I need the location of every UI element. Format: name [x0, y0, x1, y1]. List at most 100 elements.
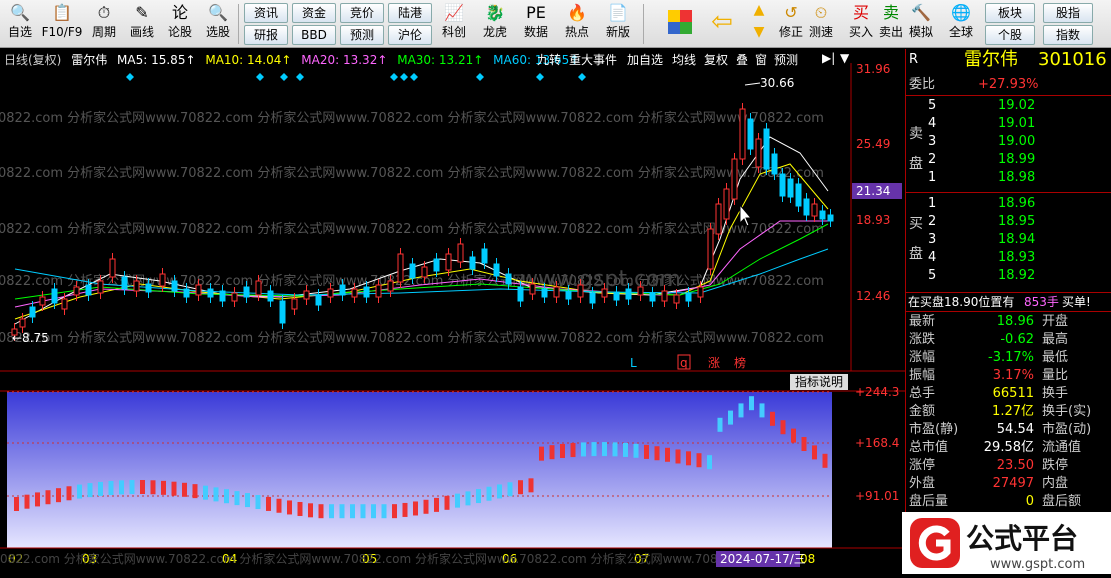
weibi-label: 委比	[909, 77, 936, 92]
toolbar-item3-2[interactable]: 买买入	[846, 2, 876, 46]
toolbar-item2-3[interactable]: 🔥 热点	[559, 2, 595, 46]
event-marker-icon[interactable]	[280, 73, 288, 81]
chart-button-0[interactable]: 九转	[537, 51, 561, 68]
indicator-bar	[392, 504, 397, 519]
indicator-bar	[518, 480, 523, 495]
toolbar-item3-0[interactable]: ↺ 修正	[776, 2, 806, 46]
toolbar-small-button[interactable]: 沪伦	[388, 25, 432, 45]
candle-body	[469, 256, 476, 270]
chart-button-2[interactable]: 加自选	[627, 51, 663, 68]
toolbar-small-button[interactable]: 指数	[1043, 25, 1093, 45]
chart-button-6[interactable]: 窗	[755, 51, 767, 68]
toolbar-small-button[interactable]: 预测	[340, 25, 384, 45]
toolbar-small-button[interactable]: BBD	[292, 25, 336, 45]
stat-value: -0.62	[1000, 332, 1034, 347]
candle-body	[121, 276, 128, 290]
stat-label-right: 最高	[1042, 332, 1069, 347]
toolbar-item-4[interactable]: 论论股	[162, 2, 198, 46]
chart-marker-1[interactable]: q	[680, 356, 688, 370]
toolbar-item-0[interactable]: 🔍 自选	[2, 2, 38, 46]
chart-marker-3[interactable]: 榜	[734, 355, 746, 370]
toolbar-icon3-2: 买	[852, 3, 869, 22]
chart-marker-0[interactable]: L	[630, 356, 637, 370]
indicator-bar	[455, 493, 460, 508]
stat-value: 66511	[992, 386, 1034, 401]
event-marker-icon[interactable]	[256, 73, 264, 81]
toolbar-item-1[interactable]: 📋 F10/F9	[40, 2, 84, 46]
sidebar-toggle-icon[interactable]: ▶|	[822, 51, 835, 65]
toolbar-small-button[interactable]: 资金	[292, 3, 336, 23]
indicator-help-button[interactable]: 指标说明	[790, 374, 848, 390]
ask-row[interactable]: 3 19.00	[906, 133, 1111, 151]
bid-row[interactable]: 3 18.94	[906, 231, 1111, 249]
chart-button-7[interactable]: 预测	[774, 51, 798, 68]
toolbar-item3-3[interactable]: 卖卖出	[876, 2, 906, 46]
toolbar-item2-1[interactable]: 🐉 龙虎	[477, 2, 513, 46]
event-marker-icon[interactable]	[536, 73, 544, 81]
toolbar-item-5[interactable]: 🔍 选股	[200, 2, 236, 46]
toolbar-item2-4[interactable]: 📄 新版	[600, 2, 636, 46]
indicator-bar	[413, 501, 418, 516]
indicator-bar	[738, 403, 744, 418]
toolbar-small-button[interactable]: 个股	[985, 25, 1035, 45]
divider	[906, 95, 1111, 96]
toolbar-item3-1[interactable]: ⏲ 测速	[806, 2, 836, 46]
bid-row[interactable]: 4 18.93	[906, 249, 1111, 267]
toolbar-item-2[interactable]: ⏱ 周期	[86, 2, 122, 46]
candle-body	[517, 286, 524, 302]
bid-row[interactable]: 5 18.92	[906, 267, 1111, 285]
toolbar-small-button[interactable]: 竞价	[340, 3, 384, 23]
high-label: 30.66	[760, 76, 794, 90]
toolbar-icon2-0: 📈	[444, 3, 464, 22]
toolbar-label2-3: 热点	[564, 25, 589, 39]
event-marker-icon[interactable]	[476, 73, 484, 81]
indicator-bar	[98, 481, 103, 496]
chart-button-5[interactable]: 叠	[736, 51, 748, 68]
bid-price: 18.95	[998, 214, 1036, 229]
event-marker-icon[interactable]	[296, 73, 304, 81]
candle-body	[387, 280, 394, 292]
candle-body	[661, 290, 668, 302]
bid-row[interactable]: 2 18.95	[906, 213, 1111, 231]
event-marker-icon[interactable]	[390, 73, 398, 81]
chart-marker-2[interactable]: 涨	[708, 355, 720, 370]
chart-canvas[interactable]: 0822.com 分析家公式网www.70822.com 分析家公式网www.7…	[0, 49, 905, 574]
chart-button-3[interactable]: 均线	[672, 51, 696, 68]
event-marker-icon[interactable]	[410, 73, 418, 81]
indicator-bar	[213, 487, 219, 502]
indicator-bar	[791, 428, 796, 443]
toolbar-item3-5[interactable]: 🌐 全球	[946, 2, 976, 46]
down-arrow-icon[interactable]: ▼	[748, 24, 770, 44]
ask-row[interactable]: 2 18.99	[906, 151, 1111, 169]
chart-button-1[interactable]: 重大事件	[569, 51, 617, 68]
toolbar-item2-2[interactable]: PE 数据	[518, 2, 554, 46]
indicator-bar	[171, 481, 177, 496]
event-marker-icon[interactable]	[578, 73, 586, 81]
toolbar-label-2: 周期	[91, 25, 116, 39]
kline-chart[interactable]: 0822.com 分析家公式网www.70822.com 分析家公式网www.7…	[0, 49, 905, 574]
candle-body	[763, 128, 770, 170]
color-grid-icon[interactable]	[668, 10, 692, 34]
indicator-bar	[182, 482, 187, 497]
candle-body	[747, 118, 754, 150]
toolbar-small-button[interactable]: 资讯	[244, 3, 288, 23]
toolbar-item3-4[interactable]: 🔨 模拟	[906, 2, 936, 46]
ask-price: 18.98	[998, 170, 1036, 185]
toolbar-small-button[interactable]: 研报	[244, 25, 288, 45]
ask-row[interactable]: 4 19.01	[906, 115, 1111, 133]
toolbar-item2-0[interactable]: 📈 科创	[436, 2, 472, 46]
bid-row[interactable]: 1 18.96	[906, 195, 1111, 213]
toolbar-item-3[interactable]: ✎ 画线	[124, 2, 160, 46]
chart-button-4[interactable]: 复权	[704, 51, 728, 68]
toolbar-small-button[interactable]: 板块	[985, 3, 1035, 23]
ask-row[interactable]: 1 18.98	[906, 169, 1111, 187]
ask-row[interactable]: 5 19.02	[906, 97, 1111, 115]
up-arrow-icon[interactable]: ▲	[748, 2, 770, 22]
event-marker-icon[interactable]	[126, 73, 134, 81]
toolbar-small-button[interactable]: 股指	[1043, 3, 1093, 23]
event-marker-icon[interactable]	[400, 73, 408, 81]
toolbar-small-button[interactable]: 陆港	[388, 3, 432, 23]
candle-body	[723, 188, 730, 220]
dropdown-icon[interactable]: ▼	[840, 51, 849, 65]
back-arrow-icon[interactable]: ⇦	[706, 2, 738, 46]
